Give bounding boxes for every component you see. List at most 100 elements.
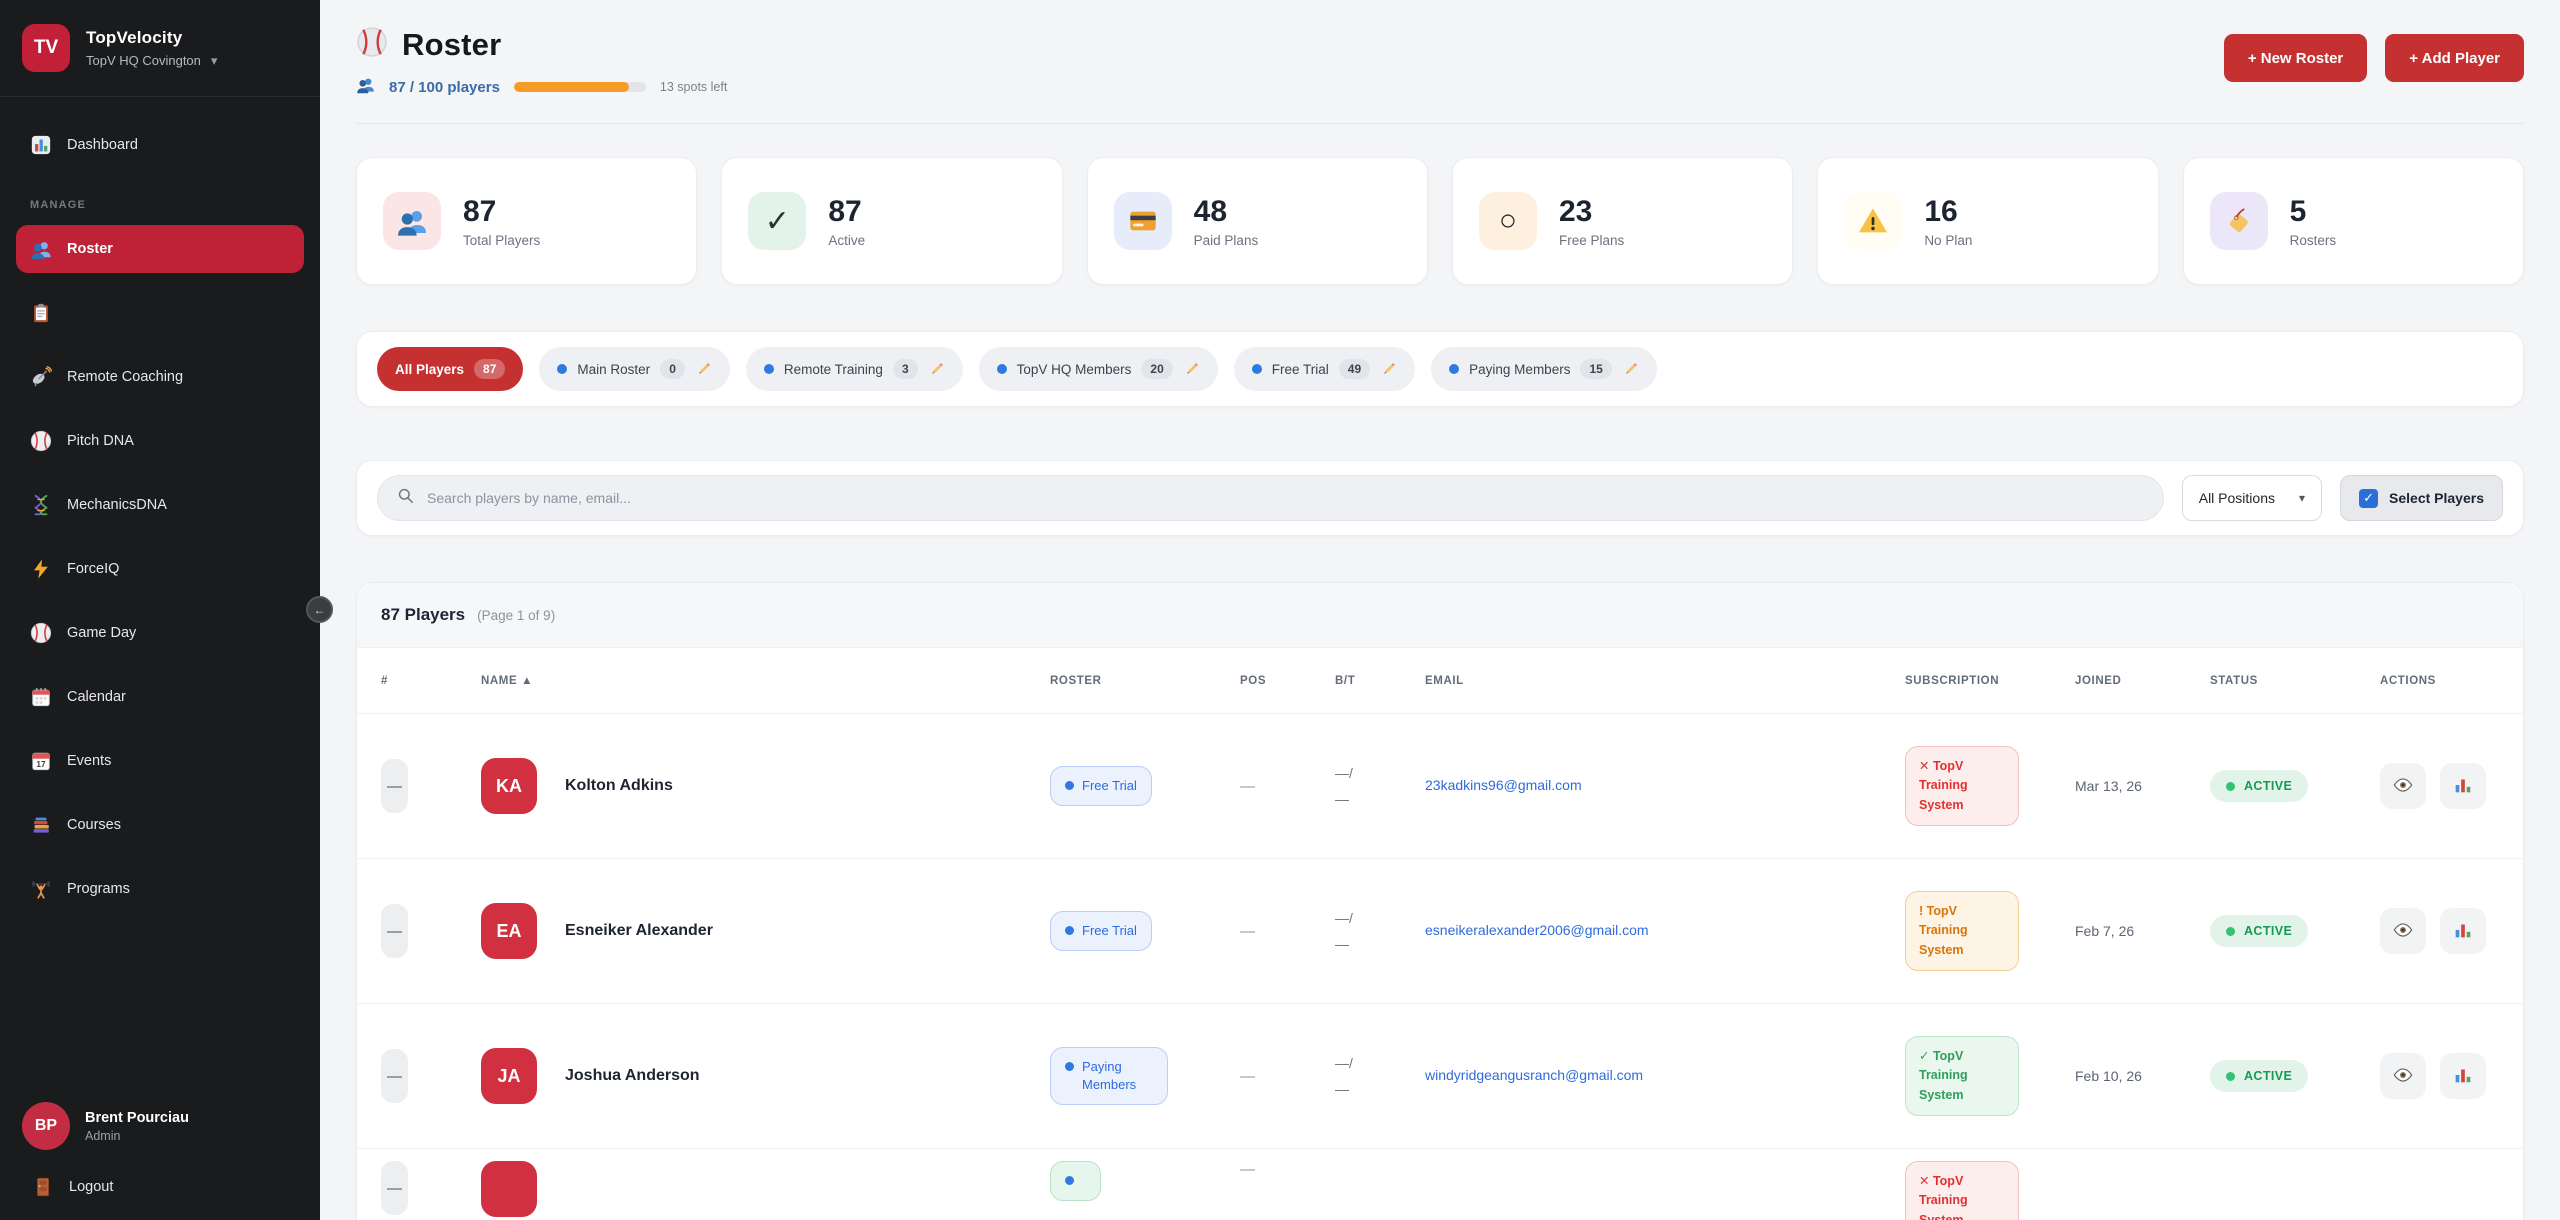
pencil-icon[interactable] bbox=[695, 361, 712, 378]
table-row: — JA Joshua Anderson Paying Members — —/… bbox=[357, 1003, 2523, 1148]
checkbox-icon: ✓ bbox=[2359, 489, 2378, 508]
sidebar-item-evaluations[interactable] bbox=[16, 289, 304, 337]
pencil-icon[interactable] bbox=[1183, 361, 1200, 378]
stat-label: Paid Plans bbox=[1194, 233, 1259, 248]
column-name-sortable[interactable]: NAME ▲ bbox=[481, 675, 1026, 687]
stat-card-free-plans: ○ 23 Free Plans bbox=[1452, 157, 1793, 285]
calendar-icon bbox=[30, 686, 52, 708]
roster-pill[interactable] bbox=[1050, 1161, 1101, 1201]
roster-pill[interactable]: Free Trial bbox=[1050, 766, 1152, 806]
filter-free-trial[interactable]: Free Trial 49 bbox=[1234, 347, 1415, 391]
sidebar-item-programs[interactable]: Programs bbox=[16, 865, 304, 913]
roster-capacity: 87 / 100 players 13 spots left bbox=[356, 75, 727, 99]
search-box[interactable] bbox=[377, 475, 2164, 521]
row-number-button[interactable]: — bbox=[381, 904, 408, 958]
stat-value: 48 bbox=[1194, 195, 1259, 228]
position-value: — bbox=[1216, 1068, 1311, 1085]
chevron-down-icon: ▾ bbox=[2299, 491, 2305, 505]
pencil-icon[interactable] bbox=[1380, 361, 1397, 378]
avatar: KA bbox=[481, 758, 537, 814]
filter-remote-training[interactable]: Remote Training 3 bbox=[746, 347, 963, 391]
status-badge: ACTIVE bbox=[2210, 915, 2308, 947]
position-value: — bbox=[1216, 1161, 1311, 1178]
stat-value: 16 bbox=[1924, 195, 1972, 228]
table-title: 87 Players bbox=[381, 605, 465, 625]
row-number-button[interactable]: — bbox=[381, 1161, 408, 1215]
players-count: 87 / 100 players bbox=[389, 79, 500, 96]
user-profile[interactable]: BP Brent Pourciau Admin bbox=[22, 1102, 298, 1150]
view-player-button[interactable] bbox=[2380, 763, 2426, 809]
filter-label: Free Trial bbox=[1272, 362, 1329, 377]
stat-label: No Plan bbox=[1924, 233, 1972, 248]
filter-all-players[interactable]: All Players 87 bbox=[377, 347, 523, 391]
column-pos: POS bbox=[1216, 675, 1311, 687]
email-link[interactable]: esneikeralexander2006@gmail.com bbox=[1425, 922, 1649, 938]
view-player-button[interactable] bbox=[2380, 908, 2426, 954]
sidebar-item-mechanicsdna[interactable]: MechanicsDNA bbox=[16, 481, 304, 529]
bar-chart-icon bbox=[30, 134, 52, 156]
sidebar-item-forceiq[interactable]: ForceIQ bbox=[16, 545, 304, 593]
table-page-info: (Page 1 of 9) bbox=[477, 608, 555, 623]
search-input[interactable] bbox=[427, 490, 2145, 506]
player-stats-button[interactable] bbox=[2440, 763, 2486, 809]
positions-select[interactable]: All Positions ▾ bbox=[2182, 475, 2322, 521]
logout-label: Logout bbox=[69, 1179, 113, 1195]
sidebar-item-label: Calendar bbox=[67, 689, 126, 705]
stat-card-no-plan: 16 No Plan bbox=[1817, 157, 2158, 285]
sidebar-nav: Dashboard MANAGE Roster Remote Coach bbox=[0, 97, 320, 929]
filter-main-roster[interactable]: Main Roster 0 bbox=[539, 347, 729, 391]
sidebar-item-calendar[interactable]: Calendar bbox=[16, 673, 304, 721]
email-link[interactable]: windyridgeangusranch@gmail.com bbox=[1425, 1067, 1643, 1083]
sidebar-item-label: Game Day bbox=[67, 625, 136, 641]
bar-chart-icon bbox=[2452, 1064, 2474, 1089]
sidebar-section-label: MANAGE bbox=[30, 199, 304, 211]
player-stats-button[interactable] bbox=[2440, 908, 2486, 954]
dna-icon bbox=[30, 494, 52, 516]
select-players-button[interactable]: ✓ Select Players bbox=[2340, 475, 2503, 521]
pencil-icon[interactable] bbox=[928, 361, 945, 378]
page-title: Roster bbox=[402, 27, 501, 63]
people-icon bbox=[356, 75, 375, 99]
email-link[interactable]: 23kadkins96@gmail.com bbox=[1425, 777, 1582, 793]
org-switcher[interactable]: TV TopVelocity TopV HQ Covington ▾ bbox=[0, 0, 320, 97]
green-dot-icon bbox=[2226, 782, 2235, 791]
eye-icon bbox=[2392, 774, 2414, 799]
row-number-button[interactable]: — bbox=[381, 1049, 408, 1103]
sidebar-item-events[interactable]: 17 Events bbox=[16, 737, 304, 785]
logout-button[interactable]: Logout bbox=[22, 1176, 298, 1198]
view-player-button[interactable] bbox=[2380, 1053, 2426, 1099]
stat-value: 87 bbox=[463, 195, 540, 228]
roster-filters: All Players 87 Main Roster 0 Remote Trai… bbox=[356, 331, 2524, 407]
sidebar-item-label: ForceIQ bbox=[67, 561, 119, 577]
add-player-button[interactable]: + Add Player bbox=[2385, 34, 2524, 82]
sidebar-item-game-day[interactable]: Game Day bbox=[16, 609, 304, 657]
stat-label: Active bbox=[828, 233, 865, 248]
new-roster-button[interactable]: + New Roster bbox=[2224, 34, 2367, 82]
pencil-icon[interactable] bbox=[1622, 361, 1639, 378]
credit-card-icon bbox=[1114, 192, 1172, 250]
roster-pill[interactable]: Paying Members bbox=[1050, 1047, 1168, 1104]
sidebar-item-dashboard[interactable]: Dashboard bbox=[16, 121, 304, 169]
row-number-button[interactable]: — bbox=[381, 759, 408, 813]
status-badge: ACTIVE bbox=[2210, 1060, 2308, 1092]
filter-topv-hq-members[interactable]: TopV HQ Members 20 bbox=[979, 347, 1218, 391]
player-stats-button[interactable] bbox=[2440, 1053, 2486, 1099]
sidebar-item-pitch-dna[interactable]: Pitch DNA bbox=[16, 417, 304, 465]
circle-icon: ○ bbox=[1479, 192, 1537, 250]
sidebar-item-remote-coaching[interactable]: Remote Coaching bbox=[16, 353, 304, 401]
stat-label: Free Plans bbox=[1559, 233, 1624, 248]
filter-paying-members[interactable]: Paying Members 15 bbox=[1431, 347, 1657, 391]
spots-left: 13 spots left bbox=[660, 80, 727, 94]
blue-dot-icon bbox=[1065, 781, 1074, 790]
sidebar-item-courses[interactable]: Courses bbox=[16, 801, 304, 849]
filter-label: Remote Training bbox=[784, 362, 883, 377]
player-name: Esneiker Alexander bbox=[565, 922, 713, 940]
sidebar-collapse-button[interactable]: ← bbox=[306, 596, 333, 623]
stat-card-active: ✓ 87 Active bbox=[721, 157, 1062, 285]
blue-dot-icon bbox=[557, 364, 567, 374]
search-toolbar: All Positions ▾ ✓ Select Players bbox=[356, 460, 2524, 536]
sidebar-item-roster[interactable]: Roster bbox=[16, 225, 304, 273]
user-role: Admin bbox=[85, 1129, 189, 1143]
baseball-icon bbox=[356, 26, 388, 63]
roster-pill[interactable]: Free Trial bbox=[1050, 911, 1152, 951]
